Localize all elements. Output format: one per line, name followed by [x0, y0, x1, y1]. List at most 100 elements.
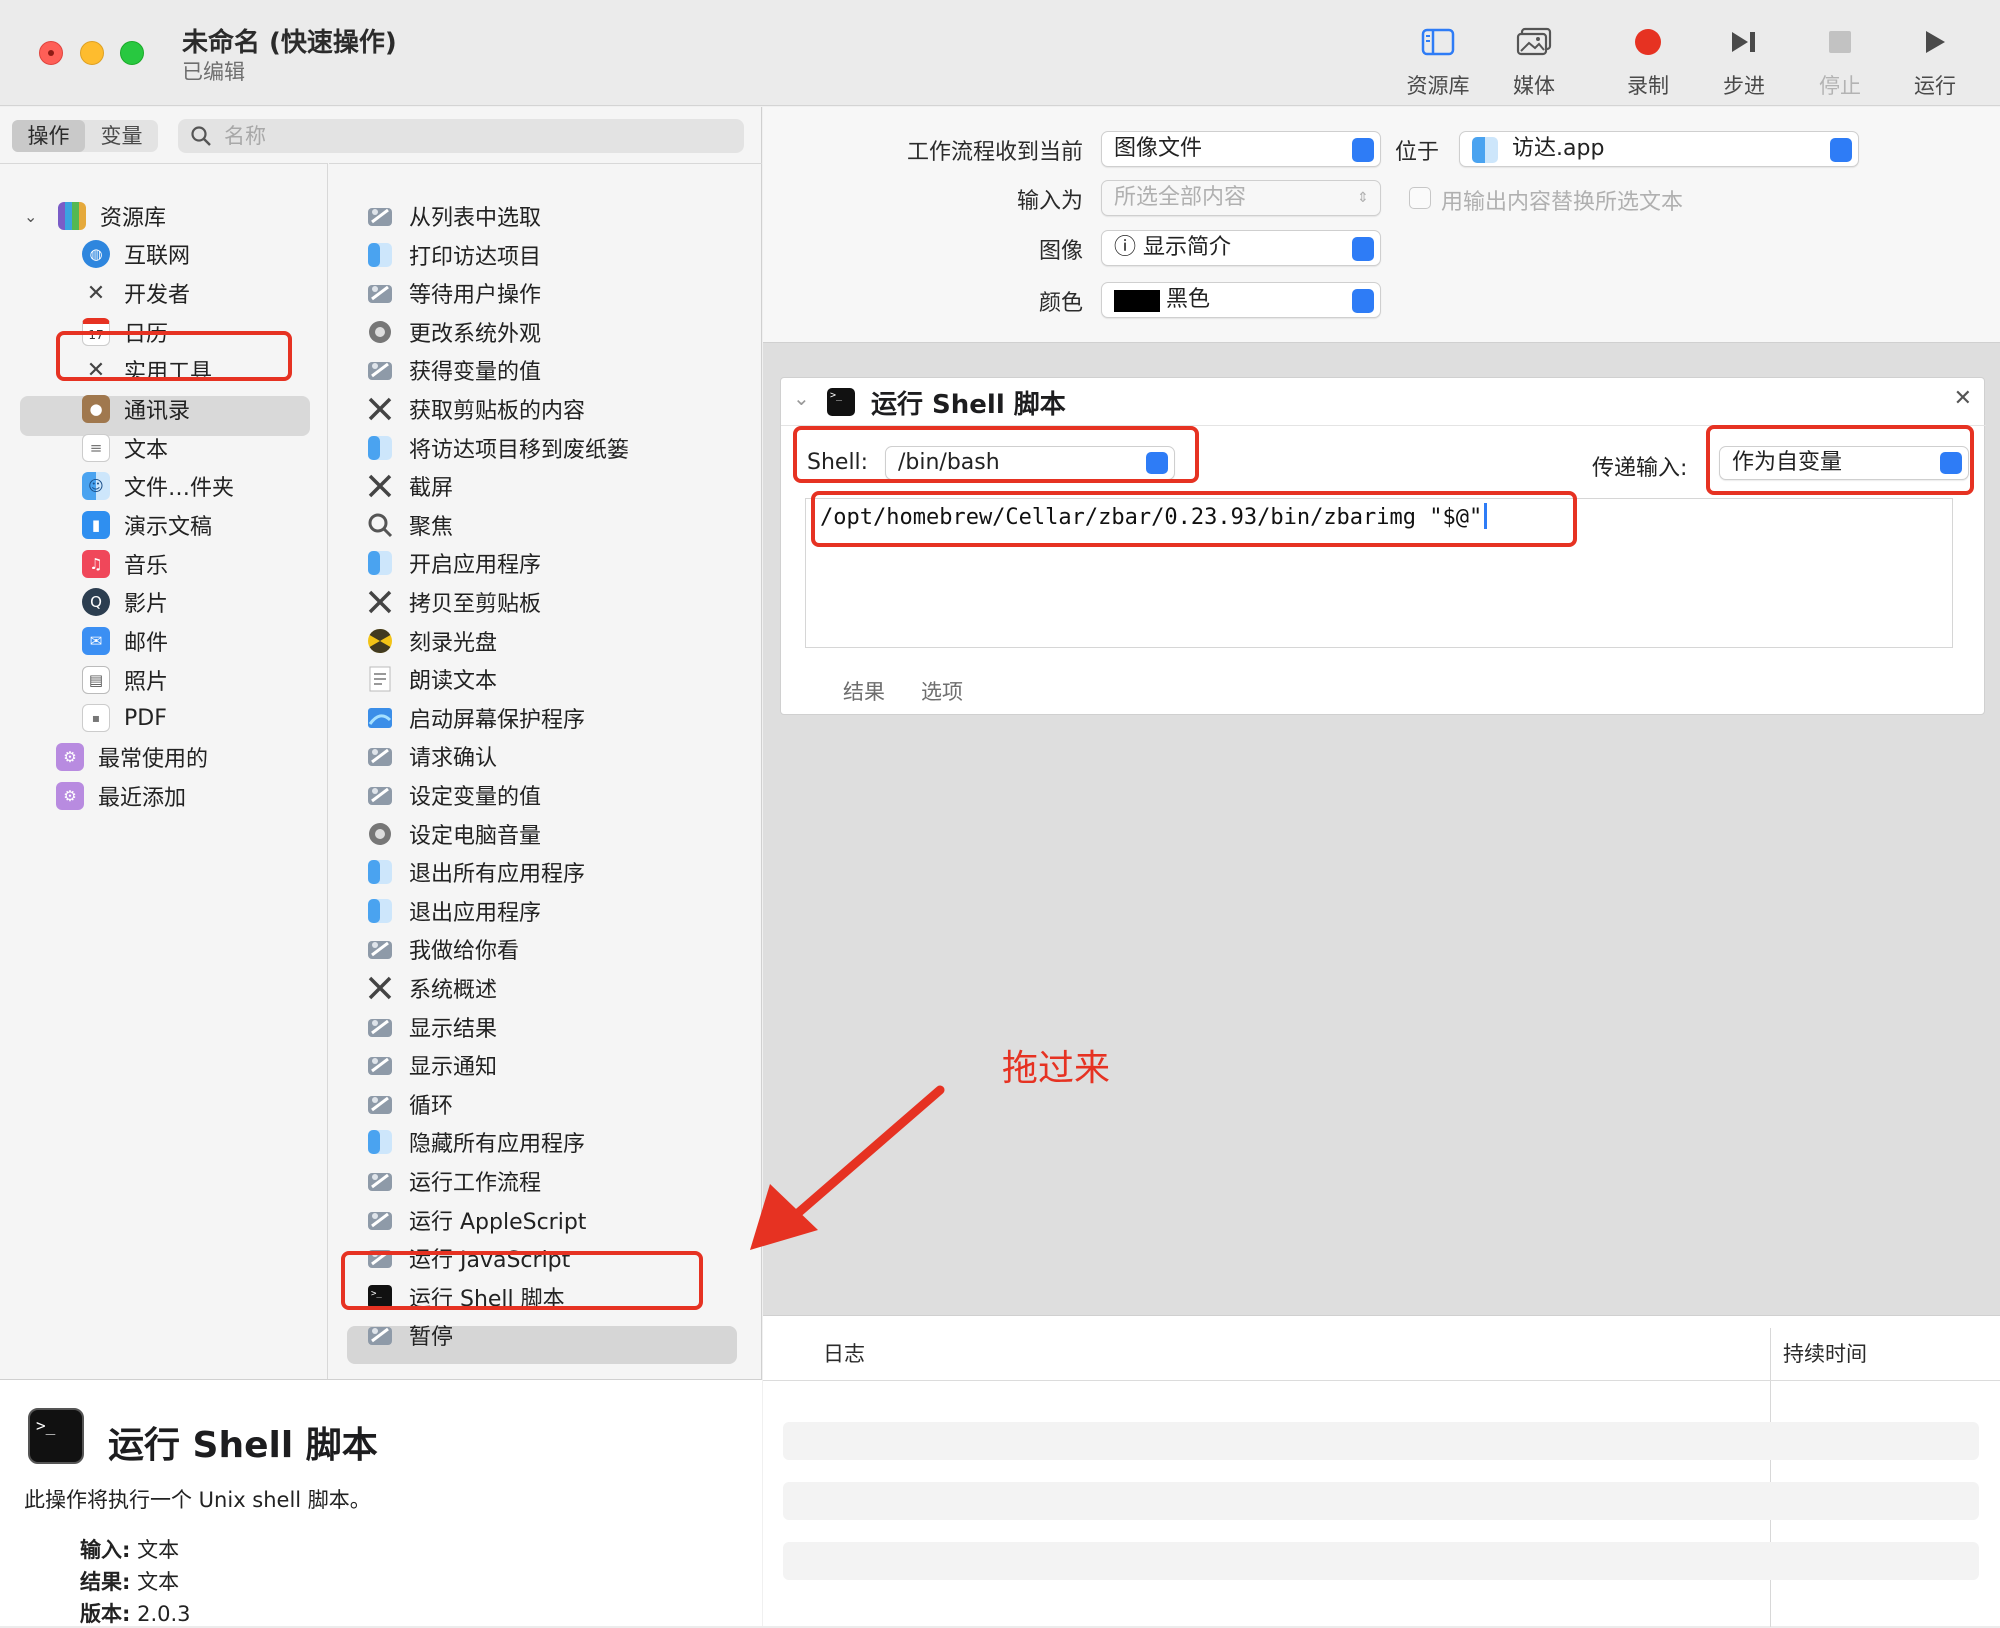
search-input[interactable]: [224, 119, 724, 153]
automator-icon: [365, 934, 395, 964]
category-movies[interactable]: Q 影片: [82, 584, 168, 620]
category-most-used[interactable]: ⚙ 最常使用的: [56, 739, 208, 775]
log-column-header[interactable]: 日志: [823, 1338, 865, 1368]
category-label: 最常使用的: [98, 747, 209, 772]
category-contacts[interactable]: ● 通讯录: [82, 391, 190, 427]
action-item[interactable]: 我做给你看: [365, 931, 519, 967]
action-item[interactable]: 朗读文本: [365, 661, 497, 697]
search-field[interactable]: [178, 119, 744, 153]
action-item[interactable]: 运行 AppleScript: [365, 1202, 586, 1238]
minimize-window-button[interactable]: [80, 41, 104, 65]
disclosure-chevron-icon[interactable]: ⌄: [24, 207, 44, 226]
log-panel: 日志 持续时间: [763, 1315, 2000, 1627]
keynote-icon: ▮: [82, 511, 110, 539]
action-item[interactable]: 打印访达项目: [365, 237, 541, 273]
category-pdf[interactable]: ▪ PDF: [82, 700, 167, 736]
photos-icon: [1484, 22, 1584, 62]
action-item[interactable]: 将访达项目移到废纸篓: [365, 430, 629, 466]
image-popup[interactable]: ⓘ 显示简介: [1101, 230, 1381, 266]
action-item[interactable]: 设定电脑音量: [365, 816, 541, 852]
finder-icon: ☺: [82, 472, 110, 500]
globe-icon: ◍: [82, 240, 110, 268]
action-item[interactable]: 刻录光盘: [365, 623, 497, 659]
column-divider: [1770, 1328, 1771, 1627]
automator-icon: [365, 1089, 395, 1119]
action-item[interactable]: 更改系统外观: [365, 314, 541, 350]
category-photos[interactable]: ▤ 照片: [82, 662, 168, 698]
record-toolbar-button[interactable]: 录制: [1598, 22, 1698, 102]
action-item-label: 拷贝至剪贴板: [409, 592, 542, 617]
action-item[interactable]: 获得变量的值: [365, 352, 541, 388]
color-popup[interactable]: 黑色: [1101, 282, 1381, 318]
action-item[interactable]: 系统概述: [365, 970, 497, 1006]
action-item[interactable]: 显示通知: [365, 1047, 497, 1083]
action-item[interactable]: 循环: [365, 1086, 453, 1122]
action-item[interactable]: 等待用户操作: [365, 275, 541, 311]
action-item[interactable]: 开启应用程序: [365, 545, 541, 581]
automator-icon: [365, 1205, 395, 1235]
input-is-label: 输入为: [1016, 189, 1083, 214]
application-popup[interactable]: 访达.app: [1459, 131, 1859, 167]
action-item-label: 退出应用程序: [409, 900, 542, 926]
category-recently-added[interactable]: ⚙ 最近添加: [56, 778, 186, 814]
close-window-button[interactable]: [39, 41, 63, 65]
replace-text-checkbox[interactable]: [1409, 187, 1431, 209]
log-row: [783, 1422, 1979, 1460]
action-item[interactable]: 聚焦: [365, 507, 453, 543]
pdf-icon: ▪: [82, 704, 110, 732]
action-item[interactable]: 从列表中选取: [365, 198, 541, 234]
action-item-label: 启动屏幕保护程序: [409, 707, 586, 733]
image-label: 图像: [1038, 239, 1083, 264]
tools-icon: ✕: [86, 280, 106, 306]
tools-icon: [365, 394, 395, 424]
description-title: 运行 Shell 脚本: [108, 1425, 378, 1466]
tab-variables[interactable]: 变量: [85, 120, 158, 152]
category-internet[interactable]: ◍ 互联网: [82, 236, 190, 272]
category-mail[interactable]: ✉ 邮件: [82, 623, 168, 659]
step-toolbar-label: 步进: [1723, 74, 1765, 98]
tab-actions[interactable]: 操作: [12, 120, 85, 152]
receives-value: 图像文件: [1114, 136, 1203, 161]
category-library[interactable]: ⌄ 资源库: [24, 198, 166, 234]
popup-stepper-icon: [1352, 138, 1374, 162]
duration-column-header[interactable]: 持续时间: [1783, 1338, 1867, 1368]
automator-icon: [365, 278, 395, 308]
finder-icon: [365, 433, 395, 463]
collapse-chevron-icon[interactable]: ⌄: [793, 386, 810, 410]
input-is-popup[interactable]: 所选全部内容 ⇕: [1101, 180, 1381, 216]
action-item[interactable]: 暂停: [365, 1317, 453, 1353]
window-title: 未命名 (快速操作): [182, 28, 397, 58]
media-toolbar-button[interactable]: 媒体: [1484, 22, 1584, 102]
action-item[interactable]: 截屏: [365, 468, 453, 504]
category-presentations[interactable]: ▮ 演示文稿: [82, 507, 212, 543]
category-files-folders[interactable]: ☺ 文件…件夹: [82, 468, 234, 504]
action-item[interactable]: 设定变量的值: [365, 777, 541, 813]
library-toolbar-button[interactable]: 资源库: [1388, 22, 1488, 102]
tab-results[interactable]: 结果: [843, 676, 885, 706]
action-item[interactable]: 显示结果: [365, 1009, 497, 1045]
category-music[interactable]: ♫ 音乐: [82, 546, 168, 582]
action-item[interactable]: 获取剪贴板的内容: [365, 391, 585, 427]
zoom-window-button[interactable]: [120, 41, 144, 65]
action-item[interactable]: 隐藏所有应用程序: [365, 1124, 585, 1160]
tab-options[interactable]: 选项: [921, 676, 963, 706]
action-item[interactable]: 启动屏幕保护程序: [365, 700, 585, 736]
action-item[interactable]: 请求确认: [365, 738, 497, 774]
action-item[interactable]: 运行工作流程: [365, 1163, 541, 1199]
action-item[interactable]: 退出所有应用程序: [365, 854, 585, 890]
text-icon: [365, 664, 395, 694]
receives-popup[interactable]: 图像文件: [1101, 131, 1381, 167]
close-icon[interactable]: ✕: [1954, 386, 1972, 411]
color-value: 黑色: [1166, 287, 1211, 312]
step-toolbar-button[interactable]: 步进: [1694, 22, 1794, 102]
stop-toolbar-button[interactable]: 停止: [1790, 22, 1890, 102]
action-item[interactable]: 退出应用程序: [365, 893, 541, 929]
automator-icon: [365, 1050, 395, 1080]
action-item[interactable]: 拷贝至剪贴板: [365, 584, 541, 620]
gear-icon: [365, 317, 395, 347]
category-text[interactable]: ≡ 文本: [82, 430, 168, 466]
quicktime-icon: Q: [82, 588, 110, 616]
category-developer[interactable]: ✕ 开发者: [82, 275, 190, 311]
run-toolbar-button[interactable]: 运行: [1885, 22, 1985, 102]
automator-icon: [365, 1320, 395, 1350]
